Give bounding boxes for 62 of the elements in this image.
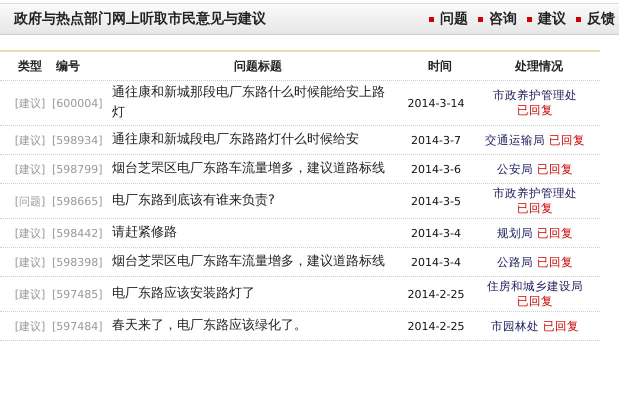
bullet-icon (576, 16, 581, 22)
item-number: [598398] (52, 256, 104, 268)
date-cell-text: 2014-3-14 (406, 96, 466, 110)
date-cell-text: 2014-3-4 (410, 256, 462, 268)
nav-link[interactable]: 建议 (538, 10, 566, 28)
department-name: 规划局 (497, 226, 534, 240)
date-cell-text: 2014-3-5 (410, 194, 462, 208)
column-header: 处理情况 (514, 58, 564, 74)
department-name: 公安局 (497, 162, 534, 176)
question-title-link[interactable]: 春天来了，电厂东路应该绿化了。 (112, 314, 396, 338)
reply-status: 已回复 (517, 294, 553, 308)
nav-link[interactable]: 咨询 (489, 10, 517, 28)
bullet-icon (429, 16, 434, 22)
page-title: 政府与热点部门网上听取市民意见与建议 (14, 10, 266, 28)
date-cell-text: 2014-3-4 (410, 226, 462, 240)
department-name: 市园林处 (491, 318, 540, 332)
question-title-link[interactable]: 电厂东路应该安装路灯了 (112, 282, 396, 306)
type-label: [建议] (14, 254, 46, 270)
column-header: 类型 (17, 58, 43, 74)
item-number: [598799] (52, 162, 104, 176)
question-title-link[interactable]: 电厂东路到底该有谁来负责? (112, 189, 396, 213)
column-header: 时间 (427, 58, 453, 74)
bullet-icon (478, 16, 483, 22)
item-number: [600004] (52, 96, 104, 110)
reply-status: 已回复 (536, 226, 573, 240)
nav-link[interactable]: 问题 (440, 10, 468, 28)
nav-link[interactable]: 反馈 (587, 10, 615, 28)
column-header: 编号 (54, 58, 81, 74)
item-number: [597484] (52, 320, 104, 332)
question-title-link[interactable]: 通往康和新城那段电厂东路什么时候能给安上路灯 (112, 81, 396, 125)
date-cell-text: 2014-2-25 (406, 320, 466, 332)
reply-status: 已回复 (536, 162, 573, 176)
question-title-link[interactable]: 烟台芝罘区电厂东路车流量增多，建议道路标线 (112, 157, 396, 181)
reply-status: 已回复 (548, 132, 585, 146)
type-label: [建议] (14, 318, 46, 334)
item-number: [597485] (52, 288, 104, 300)
type-label: [建议] (14, 226, 46, 240)
type-label: [建议] (14, 162, 46, 176)
type-label: [问题] (14, 194, 46, 208)
question-title-link[interactable]: 请赶紧修路 (112, 221, 396, 245)
department-name: 市政养护管理处 (493, 186, 577, 200)
question-title-link[interactable]: 通往康和新城段电厂东路路灯什么时候给安 (112, 128, 396, 152)
type-label: [建议] (14, 96, 46, 110)
reply-status: 已回复 (542, 318, 579, 332)
type-label: [建议] (14, 286, 46, 302)
department-name: 交通运输局 (485, 132, 546, 146)
date-cell-text: 2014-3-7 (410, 134, 462, 146)
item-number: [598665] (52, 194, 104, 208)
reply-status: 已回复 (536, 254, 573, 268)
reply-status: 已回复 (517, 103, 553, 117)
type-label: [建议] (14, 132, 46, 148)
column-header: 问题标题 (233, 58, 283, 74)
department-name: 公路局 (497, 254, 534, 268)
question-title-link[interactable]: 烟台芝罘区电厂东路车流量增多，建议道路标线 (112, 250, 396, 274)
item-number: [598934] (52, 134, 104, 146)
item-number: [598442] (52, 226, 104, 240)
department-name: 市政养护管理处 (493, 88, 577, 102)
date-cell-text: 2014-3-6 (410, 162, 462, 176)
bullet-icon (527, 16, 532, 22)
reply-status: 已回复 (517, 201, 553, 215)
date-cell-text: 2014-2-25 (406, 288, 466, 300)
department-name: 住房和城乡建设局 (487, 279, 583, 293)
